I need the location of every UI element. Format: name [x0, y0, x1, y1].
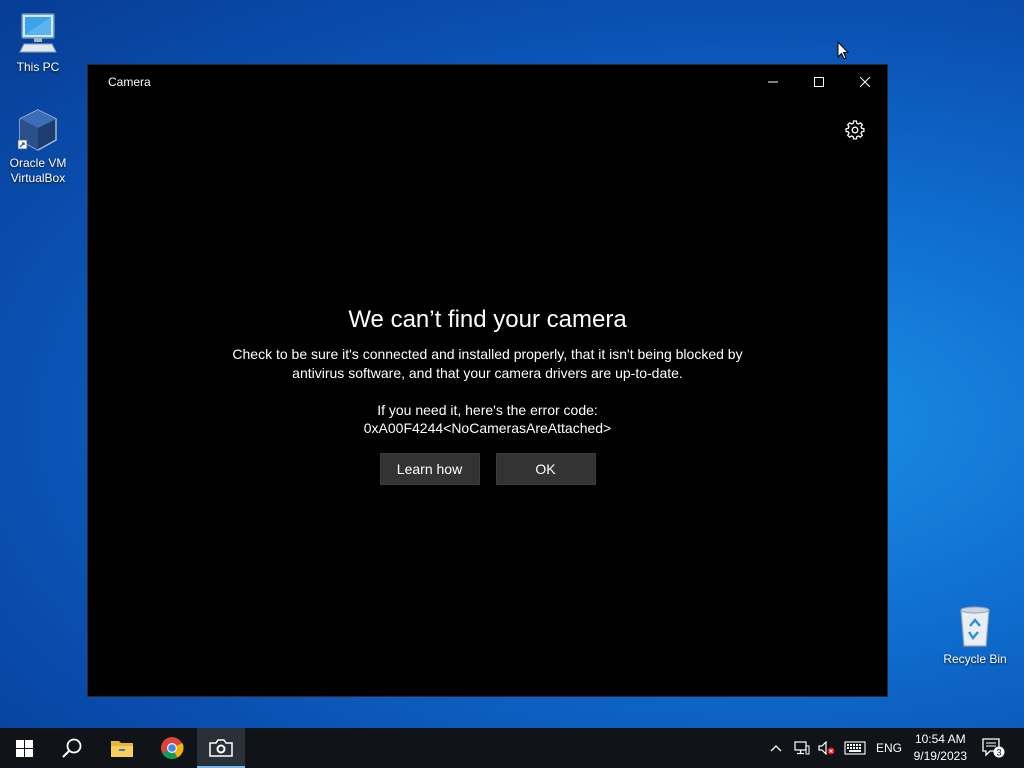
- mouse-cursor-icon: [837, 41, 849, 60]
- desktop-icon-recycle-bin[interactable]: Recycle Bin: [937, 602, 1013, 667]
- minimize-button[interactable]: [750, 65, 796, 99]
- clock-date: 9/19/2023: [913, 749, 967, 763]
- desktop-icon-virtualbox[interactable]: Oracle VM VirtualBox: [0, 106, 76, 186]
- error-title: We can’t find your camera: [348, 306, 627, 333]
- search-button[interactable]: [48, 728, 96, 768]
- chrome-icon: [161, 737, 184, 759]
- file-explorer-icon: [111, 741, 133, 757]
- taskbar: ENG 10:54 AM 9/19/2023 3: [0, 728, 1024, 768]
- recycle-bin-icon: [960, 606, 990, 647]
- clock-time: 10:54 AM: [914, 732, 966, 746]
- search-icon: [62, 738, 82, 758]
- error-code-label: If you need it, here's the error code:: [377, 402, 598, 418]
- camera-taskbar-button[interactable]: [197, 728, 245, 768]
- window-title: Camera: [108, 75, 151, 89]
- notification-icon: 3: [982, 738, 1005, 758]
- show-hidden-icons-chevron-icon[interactable]: [770, 744, 782, 752]
- minimize-icon: [768, 81, 778, 83]
- close-button[interactable]: [842, 65, 888, 99]
- notification-count: 3: [996, 748, 1001, 758]
- action-center-button[interactable]: 3: [970, 728, 1016, 768]
- clock[interactable]: 10:54 AM 9/19/2023: [914, 731, 967, 765]
- error-code: 0xA00F4244<NoCamerasAreAttached>: [363, 420, 612, 436]
- computer-icon: [19, 13, 57, 53]
- title-bar[interactable]: Camera: [88, 65, 887, 99]
- camera-window: Camera We can’t find your camera Check t…: [87, 64, 888, 697]
- error-panel: We can’t find your camera Check to be su…: [88, 305, 887, 485]
- keyboard-icon[interactable]: [844, 741, 866, 755]
- maximize-icon: [814, 77, 824, 87]
- language-indicator[interactable]: ENG: [876, 741, 902, 755]
- error-button-row: Learn how OK: [88, 453, 887, 485]
- network-icon[interactable]: [794, 741, 810, 755]
- learn-how-button[interactable]: Learn how: [379, 453, 480, 485]
- desktop-icon-label: This PC: [16, 60, 60, 74]
- close-icon: [860, 77, 870, 87]
- virtualbox-icon: [17, 109, 57, 151]
- settings-button[interactable]: [845, 120, 865, 140]
- file-explorer-button[interactable]: [98, 728, 146, 768]
- system-tray: ENG: [770, 728, 902, 768]
- desktop-icon-label-line1: Oracle VM: [9, 156, 67, 170]
- gear-icon: [845, 120, 865, 140]
- desktop-icon-label: Recycle Bin: [943, 652, 1007, 666]
- desktop-icon-this-pc[interactable]: This PC: [0, 10, 76, 75]
- ok-button[interactable]: OK: [495, 453, 596, 485]
- volume-muted-icon[interactable]: [818, 741, 836, 755]
- windows-start-icon: [15, 739, 33, 757]
- maximize-button[interactable]: [796, 65, 842, 99]
- desktop-icon-label-line2: VirtualBox: [10, 171, 66, 185]
- start-button[interactable]: [0, 728, 48, 768]
- chrome-button[interactable]: [148, 728, 196, 768]
- camera-icon: [209, 739, 233, 757]
- error-message: Check to be sure it's connected and inst…: [232, 346, 743, 381]
